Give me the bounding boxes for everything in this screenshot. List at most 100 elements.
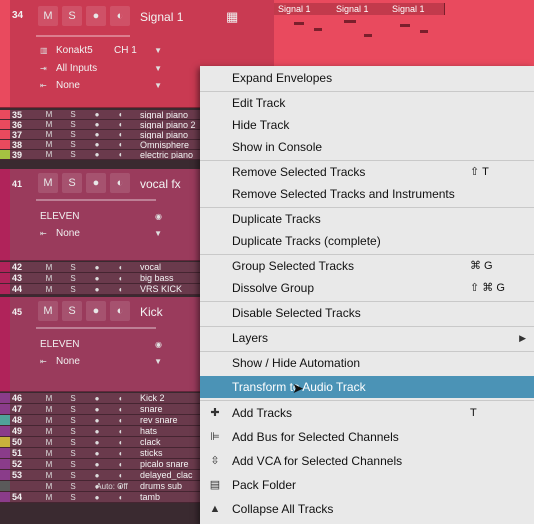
menu-item-transform-audio[interactable]: Transform to Audio Track xyxy=(200,376,534,398)
record-arm-button[interactable]: ● xyxy=(88,140,106,149)
monitor-button[interactable]: ◐ xyxy=(112,150,130,159)
record-arm-button[interactable]: ● xyxy=(88,273,106,283)
preset-select[interactable]: ELEVEN ◉ xyxy=(36,209,168,225)
monitor-button[interactable]: ◐ xyxy=(110,301,130,321)
monitor-button[interactable]: ◐ xyxy=(110,6,130,26)
volume-fader[interactable] xyxy=(36,199,156,201)
mute-button[interactable]: M xyxy=(40,448,58,458)
monitor-button[interactable]: ◐ xyxy=(112,492,130,502)
solo-button[interactable]: S xyxy=(64,404,82,414)
mute-button[interactable]: M xyxy=(40,426,58,436)
solo-button[interactable]: S xyxy=(64,426,82,436)
mute-button[interactable]: M xyxy=(40,393,58,403)
mute-button[interactable]: M xyxy=(38,6,58,26)
menu-item-remove-tracks-instruments[interactable]: Remove Selected Tracks and Instruments xyxy=(200,183,534,205)
solo-button[interactable]: S xyxy=(64,492,82,502)
mute-button[interactable]: M xyxy=(40,273,58,283)
monitor-button[interactable]: ◐ xyxy=(112,262,130,272)
record-arm-button[interactable]: ● xyxy=(86,6,106,26)
record-arm-button[interactable]: ● xyxy=(88,393,106,403)
solo-button[interactable]: S xyxy=(64,284,82,294)
solo-button[interactable]: S xyxy=(62,173,82,193)
solo-button[interactable]: S xyxy=(64,481,82,491)
mute-button[interactable]: M xyxy=(40,262,58,272)
mute-button[interactable]: M xyxy=(40,437,58,447)
monitor-button[interactable]: ◐ xyxy=(112,470,130,480)
mute-button[interactable]: M xyxy=(40,284,58,294)
solo-button[interactable]: S xyxy=(62,6,82,26)
menu-item-layers[interactable]: Layers ▶ xyxy=(200,327,534,349)
mute-button[interactable]: M xyxy=(40,120,58,129)
menu-item-dissolve-group[interactable]: Dissolve Group ⇧ ⌘ G xyxy=(200,277,534,299)
mute-button[interactable]: M xyxy=(40,110,58,119)
solo-button[interactable]: S xyxy=(64,415,82,425)
record-arm-button[interactable]: ● xyxy=(88,150,106,159)
output-select[interactable]: ⇤ None ▼ xyxy=(36,78,168,94)
monitor-button[interactable]: ◐ xyxy=(112,284,130,294)
mute-button[interactable]: M xyxy=(40,140,58,149)
volume-fader[interactable] xyxy=(36,327,156,329)
output-select[interactable]: ⇤ None ▼ xyxy=(36,226,168,242)
solo-button[interactable]: S xyxy=(64,470,82,480)
menu-item-collapse-all[interactable]: ▲ Collapse All Tracks xyxy=(200,498,534,520)
toggle-icon[interactable]: ◉ xyxy=(155,337,162,353)
record-arm-button[interactable]: ● xyxy=(86,301,106,321)
mute-button[interactable]: M xyxy=(40,415,58,425)
record-arm-button[interactable]: ● xyxy=(88,262,106,272)
solo-button[interactable]: S xyxy=(64,262,82,272)
monitor-button[interactable]: ◐ xyxy=(112,140,130,149)
menu-item-add-vca[interactable]: ⇳ Add VCA for Selected Channels xyxy=(200,450,534,472)
clip-header[interactable]: Signal 1 xyxy=(332,3,389,15)
preset-select[interactable]: ELEVEN ◉ xyxy=(36,337,168,353)
solo-button[interactable]: S xyxy=(64,140,82,149)
record-arm-button[interactable]: ● xyxy=(88,110,106,119)
menu-item-add-bus[interactable]: ⊫ Add Bus for Selected Channels xyxy=(200,426,534,448)
monitor-button[interactable]: ◐ xyxy=(112,415,130,425)
monitor-button[interactable]: ◐ xyxy=(112,404,130,414)
mute-button[interactable]: M xyxy=(38,301,58,321)
menu-item-duplicate-tracks-complete[interactable]: Duplicate Tracks (complete) xyxy=(200,230,534,252)
mute-button[interactable]: M xyxy=(38,173,58,193)
record-arm-button[interactable]: ● xyxy=(88,448,106,458)
menu-item-edit-track[interactable]: Edit Track xyxy=(200,92,534,114)
solo-button[interactable]: S xyxy=(64,273,82,283)
record-arm-button[interactable]: ● xyxy=(88,120,106,129)
menu-item-disable-selected[interactable]: Disable Selected Tracks xyxy=(200,302,534,324)
monitor-button[interactable]: ◐ xyxy=(112,437,130,447)
menu-item-remove-selected-tracks[interactable]: Remove Selected Tracks ⇧ T xyxy=(200,161,534,183)
automation-mode[interactable]: Auto: Off xyxy=(88,481,136,491)
menu-item-show-in-console[interactable]: Show in Console xyxy=(200,136,534,158)
solo-button[interactable]: S xyxy=(64,130,82,139)
monitor-button[interactable]: ◐ xyxy=(110,173,130,193)
menu-item-add-tracks[interactable]: ✚ Add Tracks T xyxy=(200,402,534,424)
volume-fader[interactable] xyxy=(36,35,130,37)
solo-button[interactable]: S xyxy=(64,393,82,403)
record-arm-button[interactable]: ● xyxy=(88,404,106,414)
input-select[interactable]: ⇥ All Inputs ▼ xyxy=(36,61,168,77)
midi-clip-region[interactable]: Signal 1 Signal 1 Signal 1 xyxy=(274,0,534,70)
menu-item-hide-track[interactable]: Hide Track xyxy=(200,114,534,136)
mute-button[interactable]: M xyxy=(40,130,58,139)
menu-item-expand-envelopes[interactable]: Expand Envelopes xyxy=(200,67,534,89)
monitor-button[interactable]: ◐ xyxy=(112,393,130,403)
toggle-icon[interactable]: ◉ xyxy=(155,209,162,225)
solo-button[interactable]: S xyxy=(64,110,82,119)
menu-item-pack-folder[interactable]: ▤ Pack Folder xyxy=(200,474,534,496)
track-name[interactable]: Kick xyxy=(140,305,163,319)
record-arm-button[interactable]: ● xyxy=(88,470,106,480)
mute-button[interactable]: M xyxy=(40,492,58,502)
record-arm-button[interactable]: ● xyxy=(86,173,106,193)
record-arm-button[interactable]: ● xyxy=(88,426,106,436)
monitor-button[interactable]: ◐ xyxy=(112,110,130,119)
monitor-button[interactable]: ◐ xyxy=(112,459,130,469)
menu-item-show-hide-automation[interactable]: Show / Hide Automation xyxy=(200,352,534,374)
menu-item-duplicate-tracks[interactable]: Duplicate Tracks xyxy=(200,208,534,230)
mute-button[interactable]: M xyxy=(40,404,58,414)
monitor-button[interactable]: ◐ xyxy=(112,120,130,129)
solo-button[interactable]: S xyxy=(64,437,82,447)
clip-header[interactable]: Signal 1 xyxy=(274,3,333,15)
solo-button[interactable]: S xyxy=(62,301,82,321)
instrument-select[interactable]: ▥ Konakt5 CH 1 ▼ xyxy=(36,43,168,59)
mute-button[interactable]: M xyxy=(40,481,58,491)
channel-select[interactable]: CH 1 xyxy=(114,43,137,59)
